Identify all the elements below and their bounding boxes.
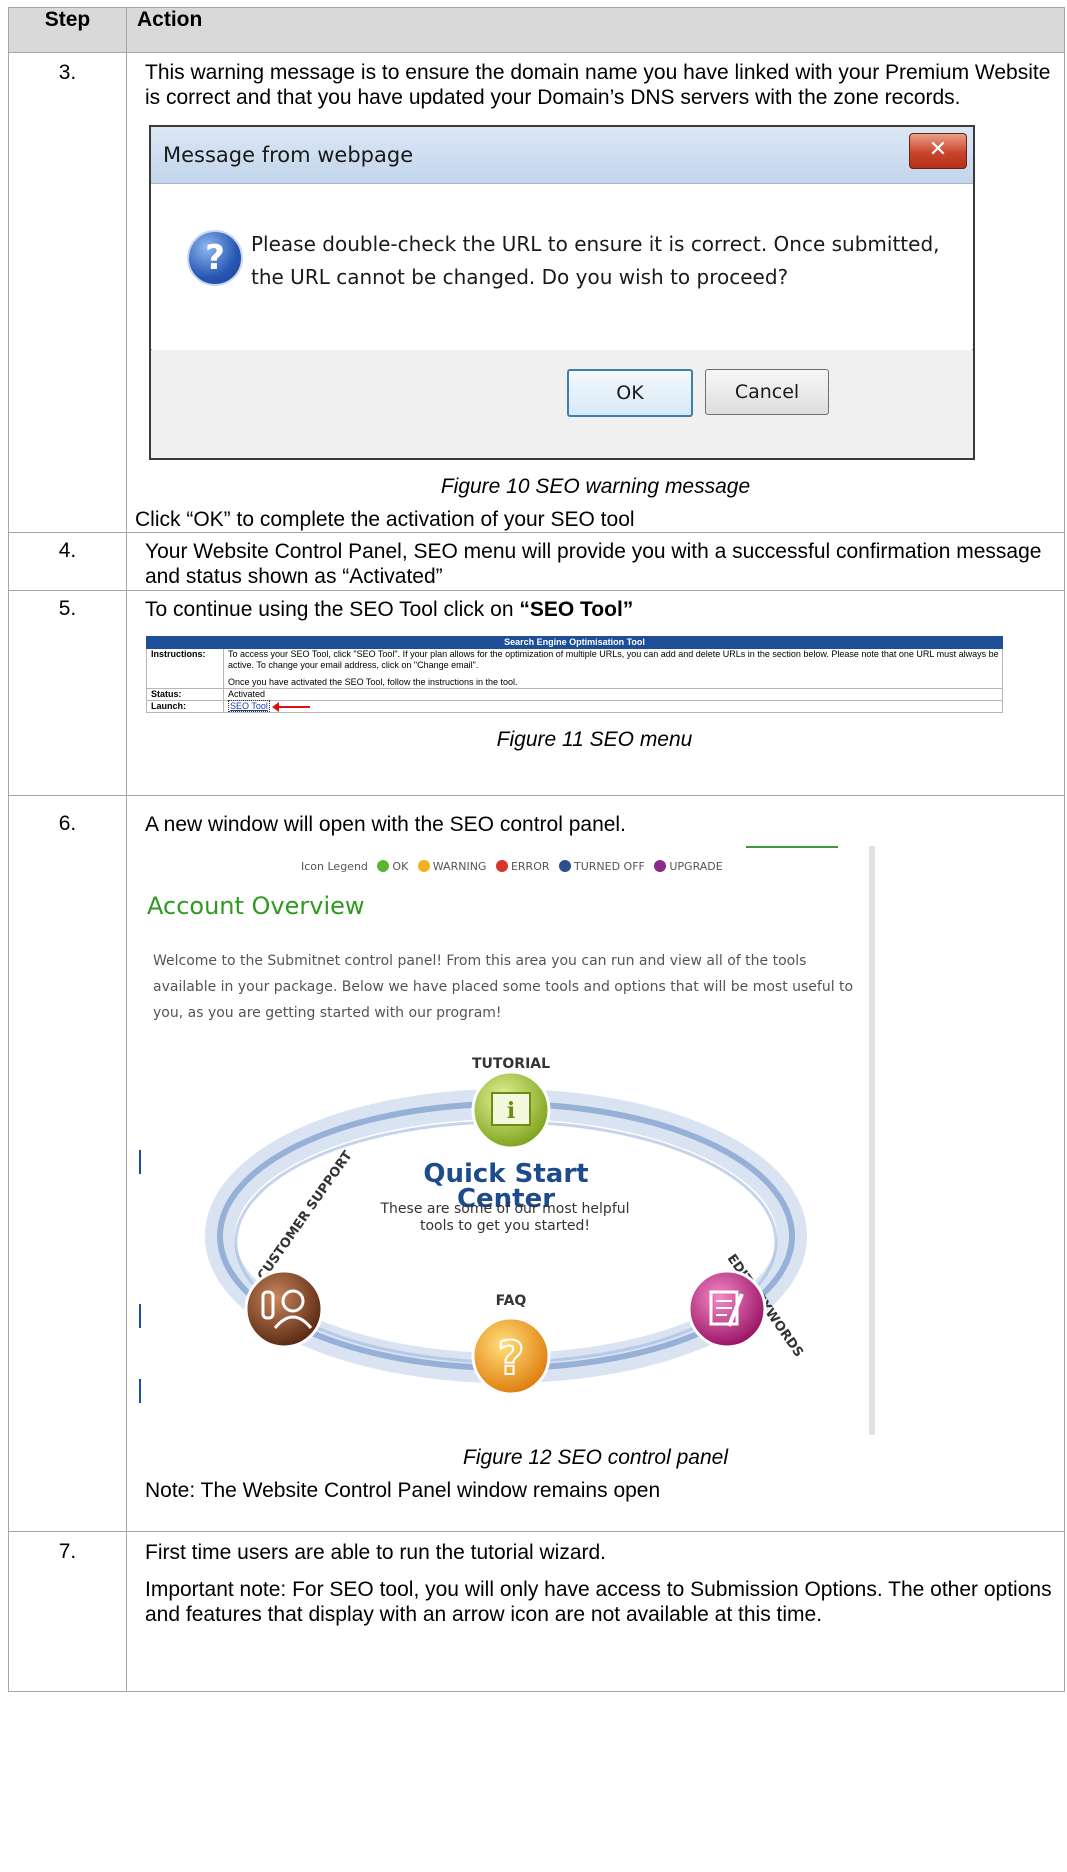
steps-table: Step Action 3. This warning message is t… [8, 7, 1065, 1692]
table-header-row: Step Action [8, 7, 1065, 53]
step-text-prefix: To continue using the SEO Tool click on [145, 598, 520, 621]
table-row: 5. To continue using the SEO Tool click … [8, 590, 1065, 796]
table-row: 7. First time users are able to run the … [8, 1531, 1065, 1692]
table-row: 6. A new window will open with the SEO c… [8, 795, 1065, 1532]
figure-caption: Figure 12 SEO control panel [463, 1446, 728, 1469]
seo-control-panel-screenshot: Icon Legend OK WARNING ERROR TURNED OFF … [139, 846, 875, 1435]
dialog-body: ? Please double-check the URL to ensure … [151, 184, 973, 349]
blue-tick [139, 1150, 141, 1174]
warning-status-icon [417, 860, 430, 872]
step-text: This warning message is to ensure the do… [145, 61, 1051, 109]
seo-instructions-text2: Once you have activated the SEO Tool, fo… [228, 677, 518, 687]
seo-menu-row-instructions: Instructions: To access your SEO Tool, c… [146, 649, 1003, 689]
seo-launch-value: SEO Tool [224, 700, 1002, 712]
seo-status-label: Status: [147, 689, 224, 700]
step-text: Your Website Control Panel, SEO menu wil… [126, 532, 1065, 591]
step-text: A new window will open with the SEO cont… [145, 813, 626, 836]
seo-instructions-value: To access your SEO Tool, click "SEO Tool… [224, 649, 1002, 688]
faq-label: FAQ [496, 1293, 527, 1309]
seo-menu-header: Search Engine Optimisation Tool [146, 636, 1003, 649]
step-number: 4. [8, 532, 127, 591]
svg-text:?: ? [498, 1331, 525, 1385]
legend-error: ERROR [510, 860, 550, 873]
seo-status-value: Activated [228, 689, 266, 699]
ok-button[interactable]: OK [567, 369, 693, 417]
dialog-title: Message from webpage [151, 127, 973, 184]
tutorial-label: TUTORIAL [472, 1056, 550, 1072]
cancel-button[interactable]: Cancel [705, 369, 829, 415]
ok-status-icon [377, 860, 390, 872]
seo-menu-table: Search Engine Optimisation Tool Instruct… [146, 636, 1003, 713]
action-column-header: Action [126, 7, 1065, 53]
legend-upgrade: UPGRADE [669, 860, 723, 873]
step-important-note: Important note: For SEO tool, you will o… [145, 1578, 1052, 1626]
step-action: This warning message is to ensure the do… [126, 52, 1065, 533]
step-text-bold: “SEO Tool” [519, 598, 634, 621]
faq-button[interactable]: FAQ ? [471, 1293, 551, 1396]
step-text: To continue using the SEO Tool click on … [135, 597, 1054, 622]
step-number: 7. [8, 1531, 127, 1692]
welcome-text: Welcome to the Submitnet control panel! … [153, 953, 854, 1021]
icon-legend-label: Icon Legend [301, 860, 368, 873]
dialog-message: Please double-check the URL to ensure it… [251, 232, 940, 289]
quick-start-subtitle: These are some of our most helpful tools… [380, 1201, 630, 1234]
turned-off-status-icon [559, 860, 571, 872]
step-footer-text: Click “OK” to complete the activation of… [135, 508, 635, 531]
seo-instructions-text: To access your SEO Tool, click "SEO Tool… [228, 649, 999, 670]
message-dialog: Message from webpage ✕ ? Please double-c… [149, 125, 975, 460]
seo-menu-row-launch: Launch: SEO Tool [146, 700, 1003, 713]
legend-ok: OK [392, 860, 409, 873]
icon-legend: Icon Legend OK WARNING ERROR TURNED OFF … [139, 846, 869, 874]
blue-tick [139, 1304, 141, 1328]
tutorial-button[interactable]: TUTORIAL i [471, 1056, 551, 1150]
account-overview-title: Account Overview [147, 892, 365, 920]
seo-launch-label: Launch: [147, 701, 224, 712]
step-column-header: Step [8, 7, 127, 53]
step-action: First time users are able to run the tut… [126, 1531, 1065, 1692]
step-action: A new window will open with the SEO cont… [126, 795, 1065, 1532]
table-row: 4. Your Website Control Panel, SEO menu … [8, 532, 1065, 591]
question-icon: ? [187, 230, 243, 286]
figure-caption: Figure 11 SEO menu [496, 728, 693, 751]
legend-turned-off: TURNED OFF [574, 860, 645, 873]
table-row: 3. This warning message is to ensure the… [8, 52, 1065, 533]
error-status-icon [495, 860, 508, 872]
blue-tick [139, 1379, 141, 1403]
step-note: Note: The Website Control Panel window r… [145, 1479, 661, 1502]
upgrade-status-icon [654, 860, 667, 872]
seo-instructions-label: Instructions: [147, 649, 224, 688]
step-text: First time users are able to run the tut… [145, 1541, 607, 1564]
step-number: 6. [8, 795, 127, 1532]
close-icon[interactable]: ✕ [909, 133, 967, 169]
seo-menu-row-status: Status: Activated [146, 689, 1003, 701]
step-number: 5. [8, 590, 127, 796]
dialog-footer: OK Cancel [151, 350, 973, 458]
legend-warning: WARNING [432, 860, 487, 873]
figure-caption: Figure 10 SEO warning message [440, 475, 751, 498]
red-arrow-icon [272, 701, 311, 712]
step-action: To continue using the SEO Tool click on … [126, 590, 1065, 796]
seo-tool-link[interactable]: SEO Tool [228, 700, 270, 712]
customer-support-icon [244, 1269, 324, 1349]
svg-text:i: i [507, 1098, 515, 1124]
step-number: 3. [8, 52, 127, 533]
